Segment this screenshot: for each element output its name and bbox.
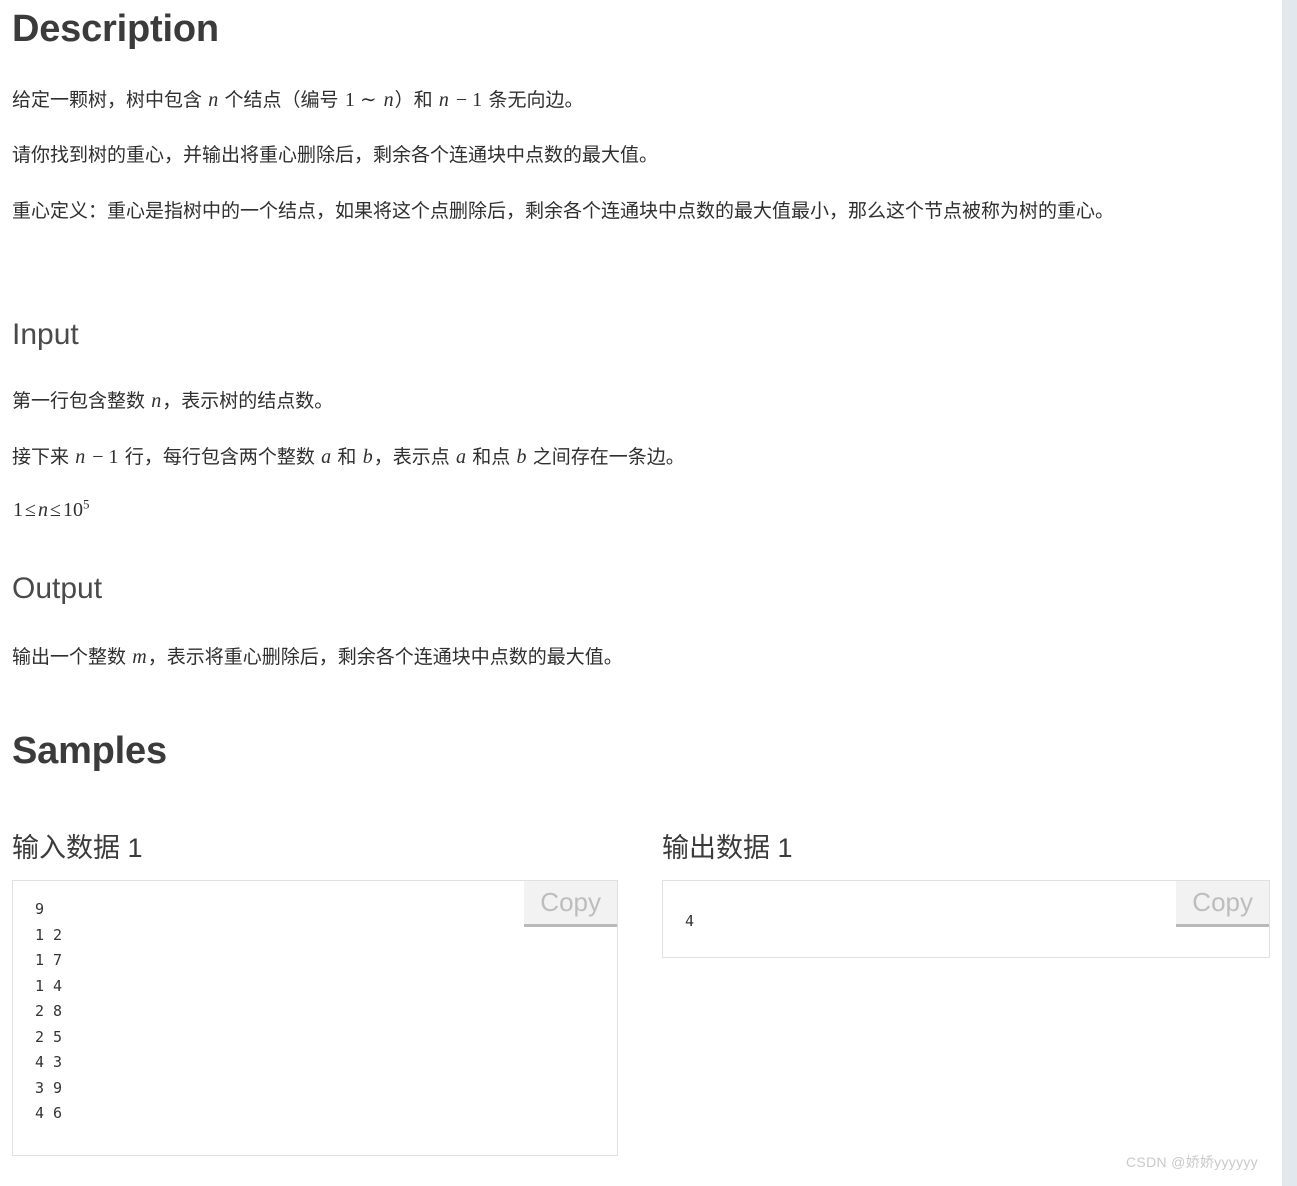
constraint-lower: 1 xyxy=(13,499,23,521)
math-n: n xyxy=(383,89,394,111)
input-constraint: 1 ≤ n ≤105 xyxy=(12,496,1252,525)
description-paragraph-2: 请你找到树的重心，并输出将重心删除后，剩余各个连通块中点数的最大值。 xyxy=(12,142,1252,170)
math-n: n xyxy=(438,89,449,111)
math-n: n xyxy=(151,390,162,412)
math-n: n xyxy=(208,89,219,111)
constraint-rel-2: ≤ xyxy=(49,499,61,521)
description-paragraph-3: 重心定义：重心是指树中的一个结点，如果将这个点删除后，剩余各个连通块中点数的最大… xyxy=(12,198,1268,226)
math-a: a xyxy=(455,446,466,468)
copy-output-button[interactable]: Copy xyxy=(1176,881,1269,928)
math-b: b xyxy=(516,446,527,468)
copy-input-button[interactable]: Copy xyxy=(524,881,617,928)
input-paragraph-1-text: 第一行包含整数 n，表示树的结点数。 xyxy=(12,390,334,412)
math-minus-one: − 1 xyxy=(450,89,483,111)
output-heading-wrap: Output xyxy=(12,572,102,607)
description-paragraph-1-text: 给定一颗树，树中包含 n 个结点（编号 1 ∼ n）和 n − 1 条无向边。 xyxy=(12,89,584,111)
page-right-gutter[interactable] xyxy=(1282,0,1297,1186)
output-heading: Output xyxy=(12,572,103,605)
constraint-variable: n xyxy=(37,499,48,521)
problem-page: Description 给定一颗树，树中包含 n 个结点（编号 1 ∼ n）和 … xyxy=(0,0,1282,1186)
sample-input-content: 9 1 2 1 7 1 4 2 8 2 5 4 3 3 9 4 6 xyxy=(35,900,63,1123)
math-range: 1 ∼ xyxy=(344,89,382,111)
csdn-watermark: CSDN @娇娇yyyyyy xyxy=(1126,1154,1258,1170)
constraint-base: 10 xyxy=(62,499,83,521)
math-m: m xyxy=(132,646,147,668)
description-paragraph-3-text: 重心定义：重心是指树中的一个结点，如果将这个点删除后，剩余各个连通块中点数的最大… xyxy=(12,201,1115,222)
samples-heading: Samples xyxy=(12,730,167,772)
input-paragraph-1: 第一行包含整数 n，表示树的结点数。 xyxy=(12,387,1252,416)
output-paragraph-1: 输出一个整数 m，表示将重心删除后，剩余各个连通块中点数的最大值。 xyxy=(12,643,1252,672)
description-heading-wrap: Description xyxy=(12,8,219,52)
sample-output-box: Copy 4 xyxy=(662,880,1270,959)
sample-output-heading: 输出数据 1 xyxy=(662,833,793,863)
input-constraint-text: 1 ≤ n ≤105 xyxy=(12,496,1252,525)
math-minus-one: − 1 xyxy=(87,446,119,468)
input-paragraph-2-text: 接下来 n − 1 行，每行包含两个整数 a 和 b，表示点 a 和点 b 之间… xyxy=(12,446,685,468)
description-paragraph-1: 给定一颗树，树中包含 n 个结点（编号 1 ∼ n）和 n − 1 条无向边。 xyxy=(12,86,1252,115)
sample-input-box: Copy 9 1 2 1 7 1 4 2 8 2 5 4 3 3 9 4 6 xyxy=(12,880,618,1157)
sample-output-column: 输出数据 1 Copy 4 xyxy=(662,832,1270,959)
input-heading: Input xyxy=(12,318,79,351)
input-heading-wrap: Input xyxy=(12,318,79,353)
constraint-exponent: 5 xyxy=(82,496,90,512)
math-b: b xyxy=(362,446,373,468)
math-n: n xyxy=(75,446,86,468)
constraint-upper: 105 xyxy=(62,496,91,521)
output-paragraph-1-text: 输出一个整数 m，表示将重心删除后，剩余各个连通块中点数的最大值。 xyxy=(12,646,623,668)
samples-heading-wrap: Samples xyxy=(12,730,167,774)
math-a: a xyxy=(321,446,332,468)
description-paragraph-2-text: 请你找到树的重心，并输出将重心删除后，剩余各个连通块中点数的最大值。 xyxy=(12,145,659,166)
input-paragraph-2: 接下来 n − 1 行，每行包含两个整数 a 和 b，表示点 a 和点 b 之间… xyxy=(12,443,1252,472)
sample-input-heading: 输入数据 1 xyxy=(12,833,143,863)
sample-output-content: 4 xyxy=(685,912,695,931)
description-heading: Description xyxy=(12,8,219,50)
constraint-rel-1: ≤ xyxy=(25,499,36,521)
sample-input-column: 输入数据 1 Copy 9 1 2 1 7 1 4 2 8 2 5 4 3 3 … xyxy=(12,832,618,1157)
